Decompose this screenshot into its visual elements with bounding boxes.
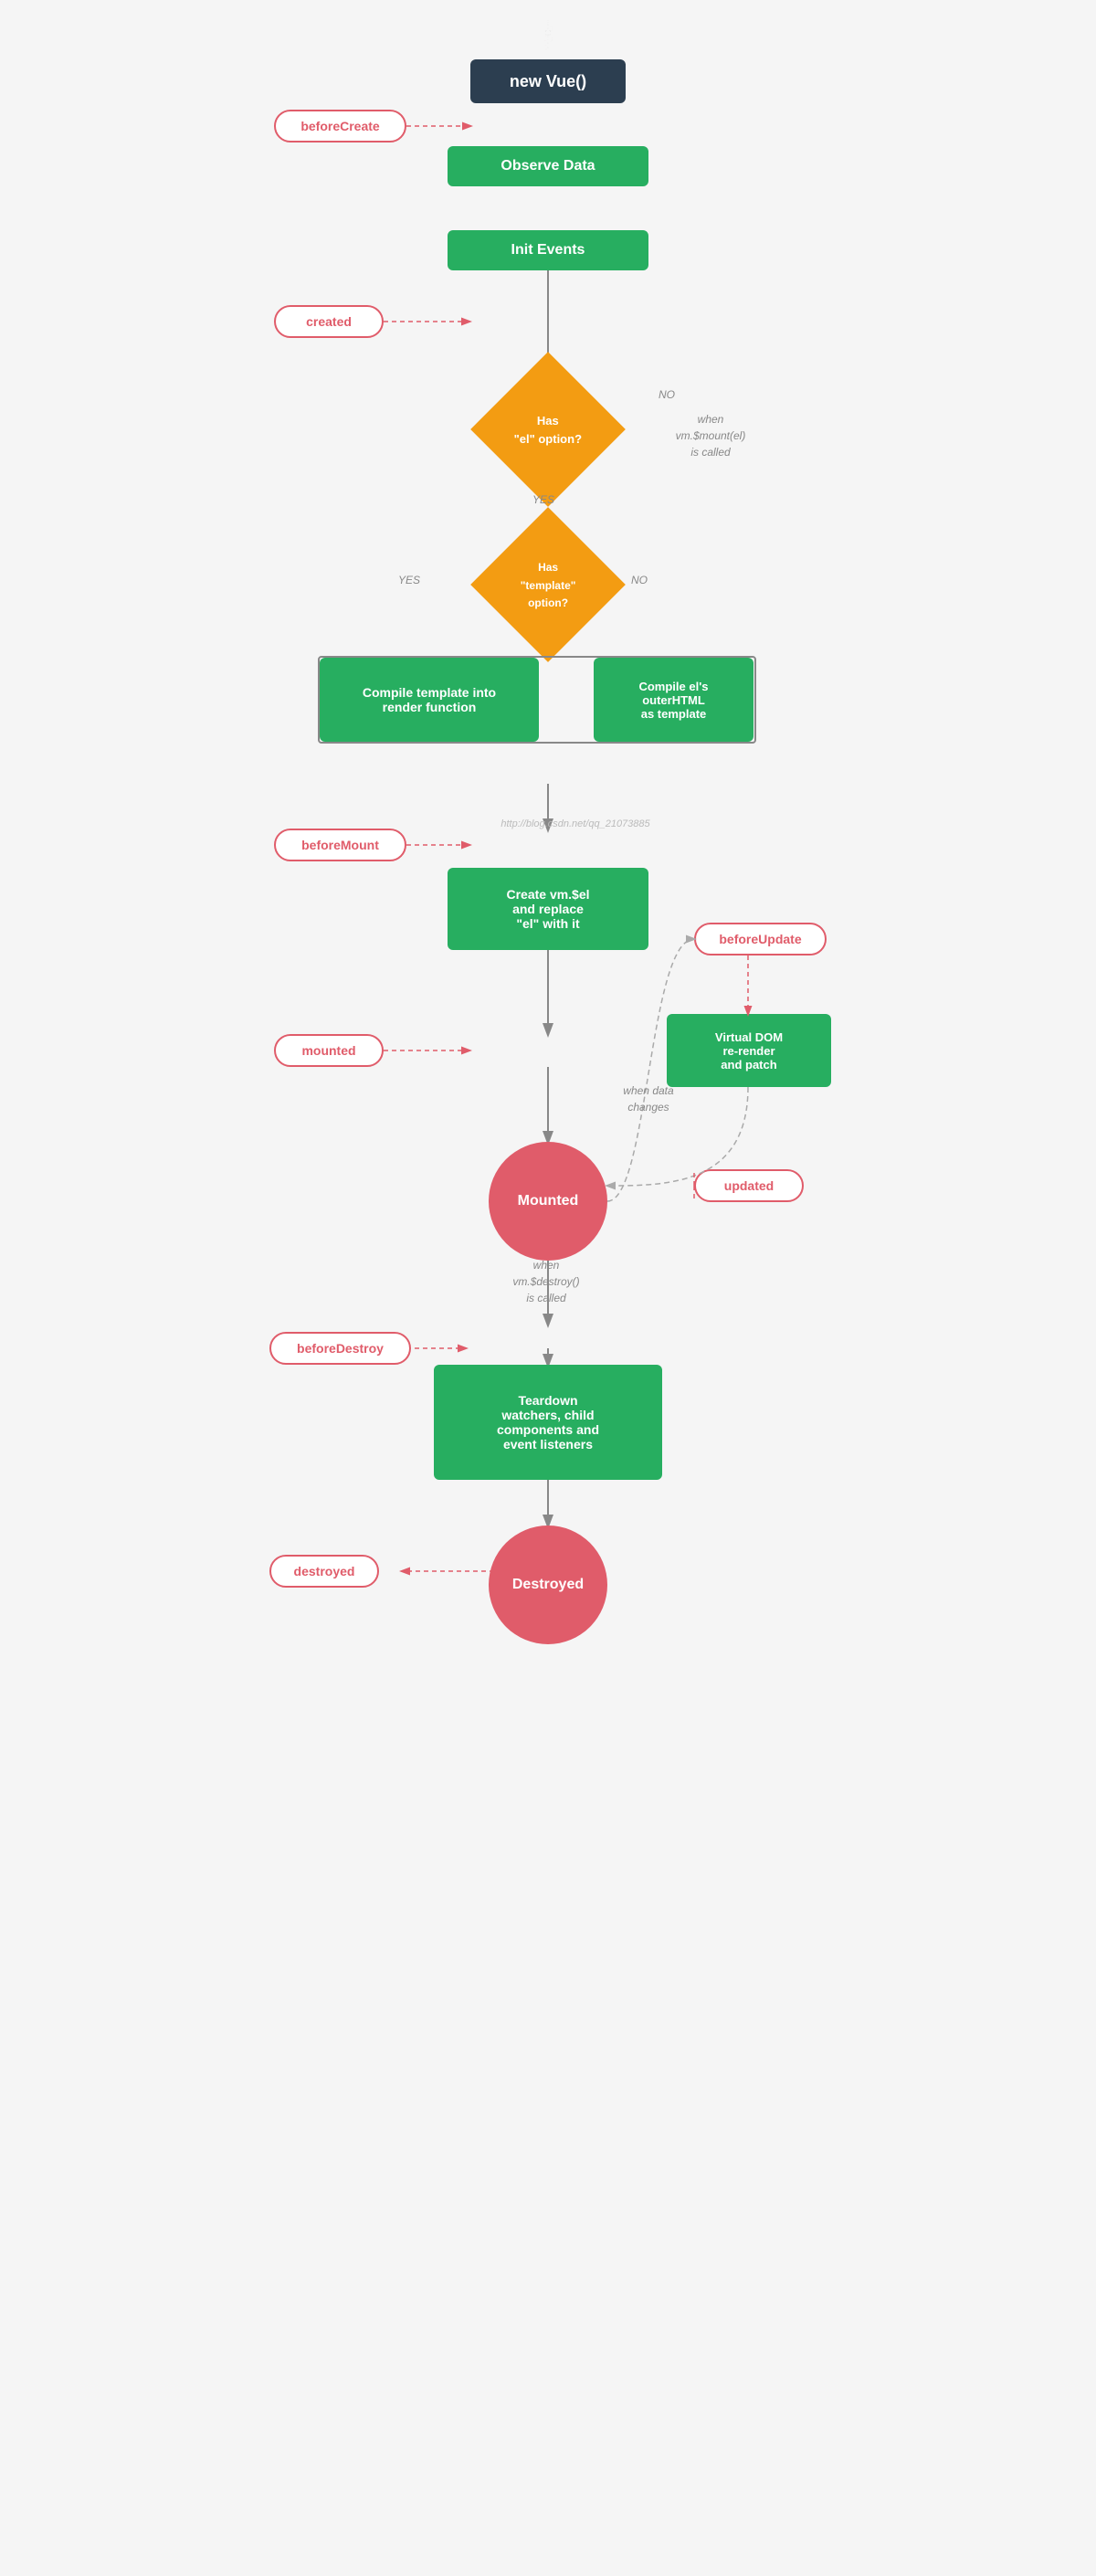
when-data-changes-label: when data changes [603,1082,694,1115]
create-vm-label: Create vm.$el and replace "el" with it [506,887,589,931]
destroyed-circle: Destroyed [489,1526,607,1644]
teardown-label: Teardown watchers, child components and … [497,1393,599,1452]
before-mount-label: beforeMount [301,838,379,852]
destroyed-hook: destroyed [269,1555,379,1588]
compile-el-node: Compile el's outerHTML as template [594,658,754,742]
has-template-label: Has "template" option? [521,561,576,609]
compile-template-node: Compile template into render function [320,658,539,742]
compile-el-label: Compile el's outerHTML as template [638,680,708,721]
when-destroy-label: when vm.$destroy() is called [482,1257,610,1306]
yes-label-2: YES [382,574,437,586]
new-vue-node: new Vue() [470,59,626,103]
compile-template-label: Compile template into render function [363,685,496,714]
has-el-label: Has "el" option? [514,414,582,446]
lifecycle-diagram: new Vue() beforeCreate Observe Data Init… [247,18,849,73]
mounted-circle-label: Mounted [518,1193,579,1209]
virtual-dom-label: Virtual DOM re-render and patch [715,1030,783,1072]
init-events-node: Init Events [448,230,648,270]
has-el-diamond: Has "el" option? [470,352,626,507]
watermark: http://blog.csdn.net/qq_21073885 [466,818,685,829]
has-template-text: Has "template" option? [521,558,576,612]
created-hook: created [274,305,384,338]
created-label: created [306,314,352,329]
updated-hook: updated [694,1169,804,1202]
before-update-label: beforeUpdate [719,932,801,946]
yes-label-1: YES [516,493,571,506]
teardown-node: Teardown watchers, child components and … [434,1365,662,1480]
before-create-hook: beforeCreate [274,110,406,143]
destroyed-label: destroyed [294,1564,355,1578]
observe-data-node: Observe Data [448,146,648,186]
before-destroy-hook: beforeDestroy [269,1332,411,1365]
has-el-text: Has "el" option? [514,412,582,448]
no-label-1: NO [648,388,685,401]
destroyed-circle-label: Destroyed [512,1577,584,1593]
virtual-dom-node: Virtual DOM re-render and patch [667,1014,831,1087]
no-label-2: NO [621,574,658,586]
vm-mount-label: when vm.$mount(el) is called [656,411,765,460]
mounted-hook: mounted [274,1034,384,1067]
has-template-diamond: Has "template" option? [470,507,626,662]
observe-data-label: Observe Data [501,158,595,174]
before-mount-hook: beforeMount [274,829,406,861]
before-create-label: beforeCreate [300,119,379,133]
before-destroy-label: beforeDestroy [297,1341,384,1356]
init-events-label: Init Events [511,242,585,259]
new-vue-label: new Vue() [510,72,586,91]
mounted-label: mounted [301,1043,355,1058]
mounted-circle: Mounted [489,1142,607,1261]
before-update-hook: beforeUpdate [694,923,827,955]
create-vm-node: Create vm.$el and replace "el" with it [448,868,648,950]
updated-label: updated [724,1178,774,1193]
